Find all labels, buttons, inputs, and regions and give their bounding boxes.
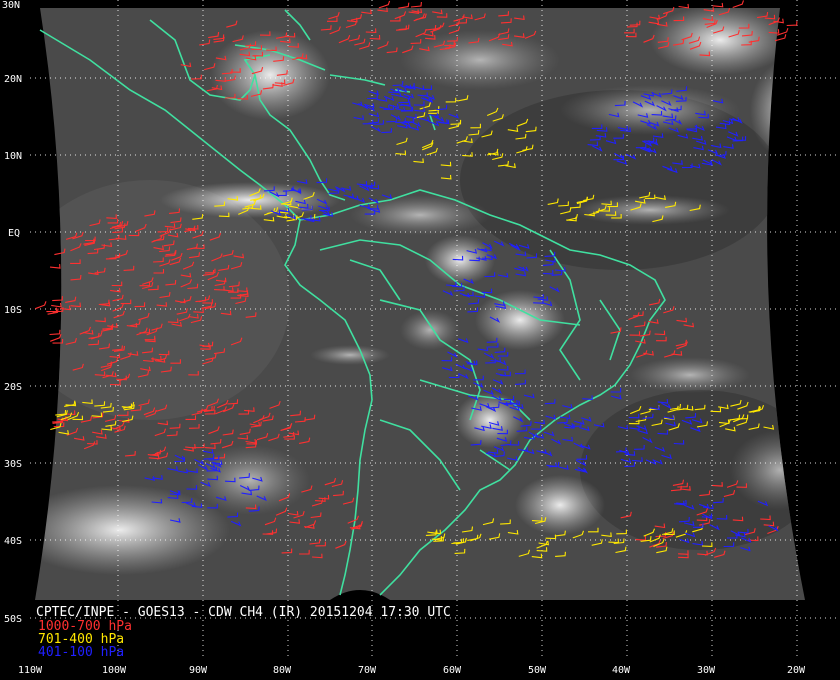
lon-label-60w: 60W <box>443 665 462 676</box>
lon-label-30w: 30W <box>697 665 716 676</box>
lat-label-20s: 20S <box>4 382 22 393</box>
map-title: CPTEC/INPE - GOES13 - CDW CH4 (IR) 20151… <box>36 605 451 620</box>
lon-label-80w: 80W <box>273 665 292 676</box>
satellite-image <box>35 8 805 600</box>
lat-label-30s: 30S <box>4 459 22 470</box>
lon-label-50w: 50W <box>528 665 547 676</box>
legend-high-level: 401-100 hPa <box>38 645 124 660</box>
lon-label-110w: 110W <box>18 665 43 676</box>
lat-label-10s: 10S <box>4 305 22 316</box>
lon-label-90w: 90W <box>189 665 208 676</box>
lon-label-100w: 100W <box>102 665 127 676</box>
lat-label-30n: 30N <box>2 0 20 11</box>
lat-label-20n: 20N <box>4 74 22 85</box>
satellite-wind-map: 30N 20N 10N EQ 10S 20S 30S 40S 50S 110W … <box>0 0 840 680</box>
lat-label-40s: 40S <box>4 536 22 547</box>
lat-label-10n: 10N <box>4 151 22 162</box>
lon-label-20w: 20W <box>787 665 806 676</box>
lat-label-eq: EQ <box>8 228 20 239</box>
lon-label-70w: 70W <box>358 665 377 676</box>
lat-label-50s: 50S <box>4 614 22 625</box>
lon-label-40w: 40W <box>612 665 631 676</box>
